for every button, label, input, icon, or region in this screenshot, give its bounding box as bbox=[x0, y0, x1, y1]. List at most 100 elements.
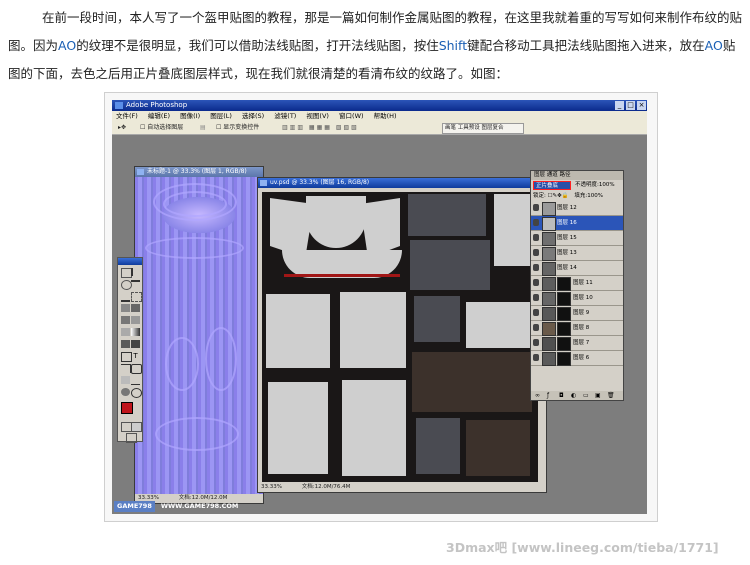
eye-icon[interactable] bbox=[533, 309, 539, 316]
layer-row[interactable]: 图层 14 bbox=[531, 261, 623, 276]
paragraph-part-c: 的纹理不是很明显，我们可以借助法线贴图，打开法线贴图，按住 bbox=[76, 38, 439, 53]
normal-map-titlebar[interactable]: 未标题-1 @ 33.3% (图层 1, RGB/8) bbox=[135, 167, 263, 177]
layer-row[interactable]: 图层 12 bbox=[531, 201, 623, 216]
eye-icon[interactable] bbox=[533, 264, 539, 271]
add-mask-icon[interactable]: ◘ bbox=[559, 392, 564, 399]
uv-piece bbox=[266, 294, 330, 368]
auto-select-label: 自动选择图层 bbox=[147, 124, 184, 131]
brush-tool-icon[interactable] bbox=[131, 304, 140, 312]
uv-piece bbox=[466, 420, 530, 476]
normal-map-canvas[interactable] bbox=[135, 177, 263, 494]
blur-tool-icon[interactable] bbox=[121, 340, 130, 348]
crop-tool-icon[interactable] bbox=[121, 292, 130, 302]
eyedropper-tool-icon[interactable] bbox=[131, 376, 140, 385]
normal-map-document[interactable]: 未标题-1 @ 33.3% (图层 1, RGB/8) 33.33% 文档:12… bbox=[134, 166, 264, 504]
magic-wand-icon[interactable] bbox=[131, 280, 140, 290]
uv-canvas[interactable] bbox=[262, 192, 538, 482]
pen-tool-icon[interactable] bbox=[121, 364, 131, 373]
auto-select-checkbox[interactable]: ☐ 自动选择图层 bbox=[140, 121, 183, 134]
layer-thumbnail bbox=[542, 307, 556, 321]
layer-row[interactable]: 图层 10 bbox=[531, 291, 623, 306]
link-layers-icon[interactable]: ∞ bbox=[535, 392, 540, 399]
eye-icon[interactable] bbox=[533, 249, 539, 256]
new-group-icon[interactable]: ▭ bbox=[583, 392, 589, 399]
photoshop-window: Adobe Photoshop _ □ × 文件(F) 编辑(E) 图像(I) … bbox=[112, 100, 647, 514]
eye-icon[interactable] bbox=[533, 324, 539, 331]
move-tool-icon[interactable] bbox=[131, 268, 142, 276]
menu-edit[interactable]: 编辑(E) bbox=[148, 111, 170, 121]
eye-icon[interactable] bbox=[533, 234, 539, 241]
menu-window[interactable]: 窗口(W) bbox=[339, 111, 364, 121]
eye-icon[interactable] bbox=[533, 279, 539, 286]
align-buttons-icon[interactable]: ▥▥▥ ▦▦▦ ▧▧▧ bbox=[282, 121, 359, 134]
layer-row-selected[interactable]: 图层 16 bbox=[531, 216, 623, 231]
layer-name: 图层 11 bbox=[573, 280, 593, 286]
layer-row[interactable]: 图层 13 bbox=[531, 246, 623, 261]
menu-view[interactable]: 视图(V) bbox=[306, 111, 329, 121]
type-tool-icon[interactable]: T bbox=[131, 352, 140, 360]
eye-icon[interactable] bbox=[533, 339, 539, 346]
lock-label: 锁定: bbox=[533, 193, 546, 199]
eye-icon[interactable] bbox=[533, 294, 539, 301]
minimize-icon[interactable]: _ bbox=[615, 101, 624, 110]
app-title: Adobe Photoshop bbox=[126, 101, 188, 109]
eraser-tool-icon[interactable] bbox=[121, 328, 130, 336]
close-icon[interactable]: × bbox=[637, 101, 646, 110]
layer-row[interactable]: 图层 11 bbox=[531, 276, 623, 291]
menu-image[interactable]: 图像(I) bbox=[180, 111, 200, 121]
layer-name: 图层 12 bbox=[557, 205, 577, 211]
document-icon bbox=[260, 180, 267, 186]
uv-piece bbox=[360, 198, 400, 258]
toolbox-titlebar[interactable] bbox=[118, 258, 142, 265]
layer-name: 图层 8 bbox=[573, 325, 590, 331]
align-icon[interactable]: ▤ bbox=[200, 121, 206, 134]
uv-piece bbox=[414, 296, 460, 342]
zoom-tool-icon[interactable] bbox=[131, 388, 142, 398]
blend-mode-select[interactable]: 正片叠底 bbox=[533, 181, 571, 190]
layer-row[interactable]: 图层 6 bbox=[531, 351, 623, 366]
screen-mode-icon[interactable] bbox=[126, 433, 137, 443]
layers-panel-tabs[interactable]: 图层 通道 路径 bbox=[531, 171, 623, 180]
fill-value[interactable]: 100% bbox=[587, 193, 603, 199]
uv-piece bbox=[268, 382, 328, 474]
quick-mask-icon[interactable] bbox=[131, 422, 142, 432]
stamp-tool-icon[interactable] bbox=[121, 316, 130, 324]
palette-well-tabs[interactable]: 画笔 工具预设 图层复合 bbox=[442, 123, 524, 134]
uv-document[interactable]: uv.psd @ 33.3% (图层 16, RGB/8) 33.33% 文档:… bbox=[257, 177, 547, 493]
menu-layer[interactable]: 图层(L) bbox=[210, 111, 232, 121]
layer-row[interactable]: 图层 9 bbox=[531, 306, 623, 321]
hand-tool-icon[interactable] bbox=[121, 388, 130, 396]
highlight-ao-2: AO bbox=[704, 38, 723, 53]
show-bounds-checkbox[interactable]: ☐ 显示变换控件 bbox=[216, 121, 259, 134]
eye-icon[interactable] bbox=[533, 219, 539, 226]
eye-icon[interactable] bbox=[533, 354, 539, 361]
menu-filter[interactable]: 滤镜(T) bbox=[274, 111, 296, 121]
delete-layer-icon[interactable]: 🗑 bbox=[607, 392, 615, 399]
adjustment-layer-icon[interactable]: ◐ bbox=[571, 392, 576, 399]
notes-tool-icon[interactable] bbox=[121, 376, 130, 384]
move-tool-icon[interactable]: ▸✥ bbox=[118, 121, 126, 134]
history-brush-icon[interactable] bbox=[131, 316, 140, 324]
layer-row[interactable]: 图层 15 bbox=[531, 231, 623, 246]
layer-row[interactable]: 图层 7 bbox=[531, 336, 623, 351]
opacity-value[interactable]: 100% bbox=[599, 182, 615, 188]
dodge-tool-icon[interactable] bbox=[131, 340, 140, 348]
slice-tool-icon[interactable] bbox=[131, 292, 142, 302]
menu-help[interactable]: 帮助(H) bbox=[374, 111, 397, 121]
paragraph-part-a: 在前一段时间，本人写了一个盔甲贴图的教程，那是一篇如何制作金属贴图的教程，在这里… bbox=[42, 10, 743, 25]
eye-icon[interactable] bbox=[533, 204, 539, 211]
foreground-color-swatch[interactable] bbox=[121, 402, 133, 414]
new-layer-icon[interactable]: ▣ bbox=[595, 392, 601, 399]
opacity-control[interactable]: 不透明度:100% bbox=[575, 181, 615, 190]
menu-select[interactable]: 选择(S) bbox=[242, 111, 264, 121]
maximize-icon[interactable]: □ bbox=[626, 101, 635, 110]
layer-style-icon[interactable]: ƒ bbox=[547, 392, 549, 399]
uv-titlebar[interactable]: uv.psd @ 33.3% (图层 16, RGB/8) bbox=[258, 178, 546, 188]
uv-doc-size: 文档:12.0M/76.4M bbox=[301, 484, 351, 490]
options-bar: ▸✥ ☐ 自动选择图层 ▤ ☐ 显示变换控件 ▥▥▥ ▦▦▦ ▧▧▧ 画笔 工具… bbox=[112, 121, 647, 135]
menu-file[interactable]: 文件(F) bbox=[116, 111, 138, 121]
shape-tool-icon[interactable] bbox=[131, 364, 142, 374]
gradient-tool-icon[interactable] bbox=[131, 328, 140, 336]
layer-row[interactable]: 图层 8 bbox=[531, 321, 623, 336]
healing-brush-icon[interactable] bbox=[121, 304, 130, 312]
